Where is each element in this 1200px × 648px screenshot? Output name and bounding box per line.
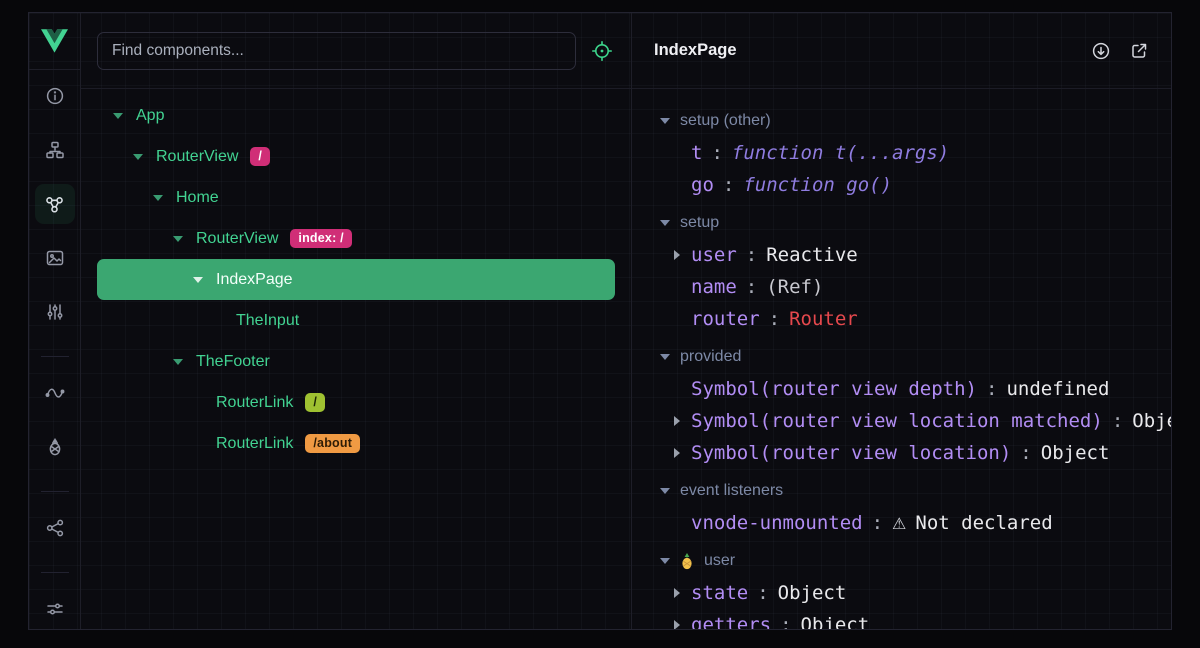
tree-item-routerlink-about[interactable]: RouterLink /about [97,423,615,464]
prop-row-vnode-unmounted[interactable]: vnode-unmounted : ⚠ Not declared [660,507,1171,539]
chevron-down-icon[interactable] [660,354,670,360]
prop-row-t[interactable]: t : function t(...args) [660,137,1171,169]
assets-image-icon[interactable] [35,238,75,278]
selected-component-title: IndexPage [654,41,737,60]
chevron-right-icon[interactable] [674,250,680,260]
tree-item-routerlink-home[interactable]: RouterLink / [97,382,615,423]
timeline-wave-icon[interactable] [35,373,75,413]
components-tree-icon[interactable] [35,130,75,170]
icon-rail [29,13,81,629]
prop-row-symbol-depth[interactable]: Symbol(router view depth) : undefined [660,373,1171,405]
tree-item-label: IndexPage [216,271,293,289]
component-tree: App RouterView / Home RouterView index: … [81,89,631,464]
section-label: provided [680,348,741,366]
tree-item-label: RouterLink [216,394,293,412]
tree-item-label: RouterView [156,148,238,166]
pinia-pineapple-icon [680,553,694,570]
warning-icon: ⚠ [892,514,906,533]
scroll-to-component-icon[interactable] [1091,41,1111,61]
section-setup-other[interactable]: setup (other) [660,105,1171,137]
tree-item-label: RouterView [196,230,278,248]
tree-item-label: Home [176,189,219,207]
vue-devtools-window: App RouterView / Home RouterView index: … [28,12,1172,630]
prop-row-getters[interactable]: getters : Object [660,609,1171,629]
components-toolbar [81,13,631,89]
chevron-down-icon[interactable] [113,113,123,119]
graph-nodes-icon[interactable] [35,184,75,224]
rail-divider [41,356,69,357]
section-provided[interactable]: provided [660,341,1171,373]
share-nodes-icon[interactable] [35,508,75,548]
sliders-vertical-icon[interactable] [35,292,75,332]
tree-item-label: RouterLink [216,435,293,453]
route-badge: / [305,393,325,412]
prop-row-name[interactable]: name : (Ref) [660,271,1171,303]
tree-item-theinput[interactable]: TheInput [97,300,615,341]
pinia-pineapple-icon[interactable] [35,427,75,467]
prop-row-go[interactable]: go : function go() [660,169,1171,201]
prop-row-symbol-matched[interactable]: Symbol(router view location matched) : O… [660,405,1171,437]
section-event-listeners[interactable]: event listeners [660,475,1171,507]
section-label: event listeners [680,482,783,500]
chevron-down-icon[interactable] [660,118,670,124]
section-label: setup (other) [680,112,771,130]
chevron-down-icon[interactable] [193,277,203,283]
chevron-right-icon[interactable] [674,620,680,629]
section-setup[interactable]: setup [660,207,1171,239]
chevron-right-icon[interactable] [674,588,680,598]
chevron-down-icon[interactable] [173,236,183,242]
route-badge: /about [305,434,360,453]
chevron-down-icon[interactable] [153,195,163,201]
state-panel-header: IndexPage [632,13,1171,89]
tree-item-label: TheInput [236,312,299,330]
section-pinia-user[interactable]: user [660,545,1171,577]
prop-row-state[interactable]: state : Object [660,577,1171,609]
inspect-crosshair-icon[interactable] [589,38,615,64]
tree-item-indexpage[interactable]: IndexPage [97,259,615,300]
rail-divider [41,491,69,492]
chevron-right-icon[interactable] [674,416,680,426]
tree-item-thefooter[interactable]: TheFooter [97,341,615,382]
open-in-editor-icon[interactable] [1129,41,1149,61]
chevron-down-icon[interactable] [660,488,670,494]
tree-item-app[interactable]: App [97,95,615,136]
tree-item-label: TheFooter [196,353,270,371]
prop-row-user[interactable]: user : Reactive [660,239,1171,271]
filter-sliders-icon[interactable] [35,589,75,629]
route-badge: index: / [290,229,351,248]
section-label: setup [680,214,719,232]
prop-row-router[interactable]: router : Router [660,303,1171,335]
prop-row-symbol-location[interactable]: Symbol(router view location) : Object [660,437,1171,469]
rail-divider [41,572,69,573]
tree-item-home[interactable]: Home [97,177,615,218]
route-badge: / [250,147,270,166]
tree-item-routerview-index[interactable]: RouterView index: / [97,218,615,259]
chevron-down-icon[interactable] [660,220,670,226]
state-panel: IndexPage setup (o [631,13,1171,629]
chevron-down-icon[interactable] [133,154,143,160]
section-label: user [704,552,735,570]
components-panel: App RouterView / Home RouterView index: … [81,13,631,629]
chevron-down-icon[interactable] [660,558,670,564]
tree-item-label: App [136,107,164,125]
state-sections: setup (other) t : function t(...args) go… [632,89,1171,629]
info-icon[interactable] [35,76,75,116]
tree-item-routerview[interactable]: RouterView / [97,136,615,177]
search-input[interactable] [97,32,576,70]
vue-logo[interactable] [29,13,80,70]
chevron-down-icon[interactable] [173,359,183,365]
chevron-right-icon[interactable] [674,448,680,458]
